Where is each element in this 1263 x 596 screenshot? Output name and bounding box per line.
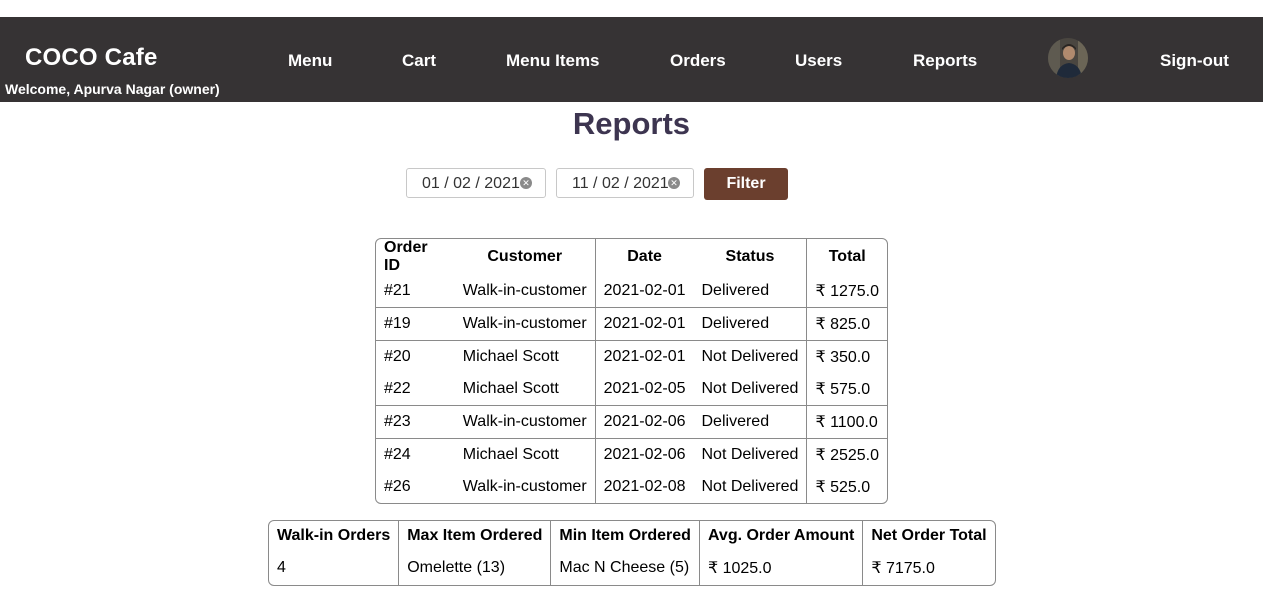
- order-total: ₹ 2525.0: [806, 438, 887, 471]
- column-header: Date: [594, 239, 694, 275]
- order-id: #20: [376, 340, 455, 373]
- table-row: #22 Michael Scott 2021-02-05 Not Deliver…: [376, 373, 887, 405]
- max-item-value: Omelette (13): [398, 551, 550, 585]
- customer: Walk-in-customer: [462, 478, 587, 495]
- to-date-input[interactable]: 11 / 02 / 2021 ✕: [556, 168, 694, 198]
- customer: Michael Scott: [462, 380, 559, 397]
- column-header: Order ID: [384, 239, 428, 274]
- order-total: ₹ 575.0: [806, 373, 887, 405]
- customer: Michael Scott: [454, 340, 595, 373]
- column-header: Status: [725, 248, 775, 265]
- order-id: #21: [384, 282, 411, 299]
- table-row: #24 Michael Scott 2021-02-06 Not Deliver…: [376, 438, 887, 471]
- order-total: ₹ 525.0: [806, 471, 887, 503]
- order-total: ₹ 350.0: [806, 340, 887, 373]
- min-item-value: Mac N Cheese (5): [550, 551, 699, 585]
- order-date: 2021-02-01: [594, 275, 694, 307]
- order-id: #19: [376, 307, 455, 340]
- customer: Michael Scott: [454, 438, 595, 471]
- from-date-input[interactable]: 01 / 02 / 2021 ✕: [406, 168, 546, 198]
- table-row: #20 Michael Scott 2021-02-01 Not Deliver…: [376, 340, 887, 373]
- signout-link[interactable]: Sign-out: [1160, 51, 1229, 71]
- order-status: Not Delivered: [701, 380, 799, 397]
- brand-title[interactable]: COCO Cafe: [25, 44, 158, 72]
- table-row: #21 Walk-in-customer 2021-02-01 Delivere…: [376, 275, 887, 307]
- column-header: Customer: [487, 248, 563, 265]
- clear-to-date-icon[interactable]: ✕: [668, 177, 680, 189]
- order-total: ₹ 1100.0: [806, 405, 887, 438]
- order-id: #22: [384, 380, 411, 397]
- nav-menu[interactable]: Menu: [288, 51, 332, 71]
- order-status: Not Delivered: [693, 340, 807, 373]
- order-total: ₹ 1275.0: [806, 275, 887, 307]
- order-date: 2021-02-05: [594, 373, 694, 405]
- order-date: 2021-02-08: [594, 471, 694, 503]
- user-avatar-icon[interactable]: [1048, 38, 1088, 78]
- summary-header: Min Item Ordered: [550, 521, 699, 551]
- order-status: Delivered: [701, 282, 770, 299]
- summary-header: Avg. Order Amount: [698, 521, 862, 551]
- table-row: #23 Walk-in-customer 2021-02-06 Delivere…: [376, 405, 887, 438]
- summary-table: Walk-in Orders Max Item Ordered Min Item…: [268, 520, 996, 586]
- nav-orders[interactable]: Orders: [670, 51, 726, 71]
- order-date: 2021-02-06: [594, 405, 694, 438]
- page-title: Reports: [572, 106, 691, 141]
- avg-order-value: ₹ 1025.0: [698, 551, 862, 585]
- filter-button[interactable]: Filter: [704, 168, 788, 200]
- order-date: 2021-02-06: [594, 438, 694, 471]
- nav-reports[interactable]: Reports: [913, 51, 977, 71]
- nav-menu-items[interactable]: Menu Items: [506, 51, 600, 71]
- order-status: Not Delivered: [693, 438, 807, 471]
- order-id: #26: [384, 478, 411, 495]
- summary-header: Net Order Total: [862, 521, 994, 551]
- nav-cart[interactable]: Cart: [402, 51, 436, 71]
- from-date-value: 01 / 02 / 2021: [422, 175, 520, 192]
- order-date: 2021-02-01: [594, 307, 694, 340]
- welcome-text: Welcome, Apurva Nagar (owner): [5, 81, 220, 97]
- order-status: Delivered: [693, 405, 807, 438]
- summary-header: Walk-in Orders: [277, 527, 391, 544]
- order-status: Not Delivered: [701, 478, 799, 495]
- column-header: Total: [806, 239, 887, 275]
- order-status: Delivered: [693, 307, 807, 340]
- order-id: #23: [376, 405, 455, 438]
- order-total: ₹ 825.0: [806, 307, 887, 340]
- top-navbar: COCO Cafe Welcome, Apurva Nagar (owner) …: [0, 17, 1263, 102]
- to-date-value: 11 / 02 / 2021: [572, 175, 669, 192]
- walkin-orders-value: 4: [277, 559, 286, 576]
- net-total-value: ₹ 7175.0: [862, 551, 994, 585]
- customer: Walk-in-customer: [454, 405, 595, 438]
- order-date: 2021-02-01: [594, 340, 694, 373]
- nav-users[interactable]: Users: [795, 51, 842, 71]
- order-id: #24: [376, 438, 455, 471]
- customer: Walk-in-customer: [462, 282, 587, 299]
- clear-from-date-icon[interactable]: ✕: [520, 177, 532, 189]
- summary-header: Max Item Ordered: [398, 521, 550, 551]
- orders-table: Order ID Customer Date Status Total #21 …: [375, 238, 888, 504]
- table-row: #26 Walk-in-customer 2021-02-08 Not Deli…: [376, 471, 887, 503]
- summary-row: 4 Omelette (13) Mac N Cheese (5) ₹ 1025.…: [269, 551, 995, 585]
- table-row: #19 Walk-in-customer 2021-02-01 Delivere…: [376, 307, 887, 340]
- customer: Walk-in-customer: [454, 307, 595, 340]
